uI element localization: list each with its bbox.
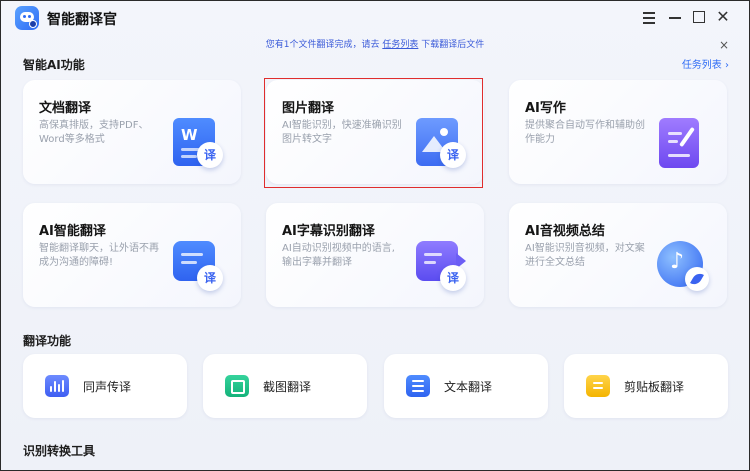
clipboard-icon [586,375,610,397]
notice-task-list-link[interactable]: 任务列表 [382,40,418,50]
maximize-icon[interactable] [691,9,707,25]
task-list-link[interactable]: 任务列表 › [682,56,729,71]
notice-suffix: 下载翻译后文件 [421,40,485,50]
translate-badge-icon: 译 [197,142,223,168]
app-window: 智能翻译官 ✕ 您有1个文件翻译完成，请去 任务列表 下载翻译后文件 × 智能A… [0,0,750,471]
voice-wave-icon [45,375,69,397]
screenshot-icon [225,375,249,397]
card-document-translate[interactable]: 文档翻译 高保真排版，支持PDF、Word等多格式 W 译 [23,80,241,184]
tool-label: 剪贴板翻译 [624,380,685,394]
card-desc: 提供聚合自动写作和辅助创作能力 [525,120,645,145]
app-title: 智能翻译官 [47,12,117,28]
section-title-convert: 识别转换工具 [23,444,96,458]
tool-label: 截图翻译 [263,380,312,394]
tool-screenshot-translate[interactable]: 截图翻译 [203,354,367,418]
title-bar: 智能翻译官 ✕ [1,1,749,35]
tool-clipboard-translate[interactable]: 剪贴板翻译 [564,354,728,418]
av-summary-icon [655,239,713,293]
card-desc: 智能翻译聊天，让外语不再成为沟通的障碍! [39,243,159,268]
card-title: AI字幕识别翻译 [282,224,375,239]
menu-icon[interactable] [641,9,657,25]
card-title: AI音视频总结 [525,224,605,239]
card-image-translate[interactable]: 图片翻译 AI智能识别，快速准确识别图片转文字 译 [266,80,484,184]
card-ai-writing[interactable]: AI写作 提供聚合自动写作和辅助创作能力 [509,80,727,184]
card-subtitle-translate[interactable]: AI字幕识别翻译 AI自动识别视频中的语言,输出字幕并翻译 译 [266,203,484,307]
section-title-ai: 智能AI功能 [23,58,85,72]
card-desc: AI智能识别音视频，对文案进行全文总结 [525,243,645,268]
tool-simultaneous-interpretation[interactable]: 同声传译 [23,354,187,418]
translate-badge-icon: 译 [440,142,466,168]
text-list-icon [406,375,430,397]
card-title: AI写作 [525,101,566,116]
subtitle-translate-icon: 译 [412,239,470,293]
ai-chat-translate-icon: 译 [169,239,227,293]
card-av-summary[interactable]: AI音视频总结 AI智能识别音视频，对文案进行全文总结 [509,203,727,307]
card-desc: AI智能识别，快速准确识别图片转文字 [282,120,402,145]
notification-bar: 您有1个文件翻译完成，请去 任务列表 下载翻译后文件 × [1,37,749,53]
tool-label: 同声传译 [83,380,132,394]
section-title-translate: 翻译功能 [23,334,72,348]
ai-writing-icon [655,116,713,170]
notice-close-icon[interactable]: × [719,37,729,53]
app-logo-icon [15,6,39,30]
image-translate-icon: 译 [412,116,470,170]
card-desc: 高保真排版，支持PDF、Word等多格式 [39,120,149,145]
tool-text-translate[interactable]: 文本翻译 [384,354,548,418]
translate-badge-icon: 译 [197,265,223,291]
notice-prefix: 您有1个文件翻译完成，请去 [265,40,380,50]
card-title: 图片翻译 [282,101,335,116]
tool-label: 文本翻译 [444,380,493,394]
card-title: 文档翻译 [39,101,92,116]
word-glyph: W [181,126,198,144]
card-desc: AI自动识别视频中的语言,输出字幕并翻译 [282,243,395,268]
translate-badge-icon: 译 [440,265,466,291]
card-ai-chat-translate[interactable]: AI智能翻译 智能翻译聊天，让外语不再成为沟通的障碍! 译 [23,203,241,307]
document-translate-icon: W 译 [169,116,227,170]
minimize-icon[interactable] [667,9,683,25]
card-title: AI智能翻译 [39,224,106,239]
close-icon[interactable]: ✕ [715,9,731,25]
